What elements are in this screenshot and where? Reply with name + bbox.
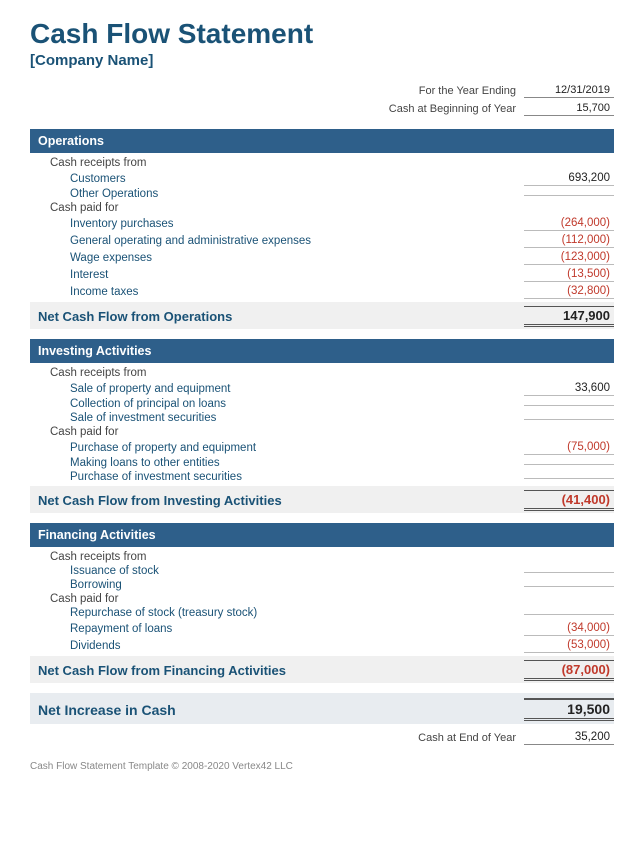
- cash-end-row: Cash at End of Year 35,200: [30, 730, 614, 745]
- ops-receipts-label: Cash receipts from: [30, 157, 614, 169]
- inv-receipts-label: Cash receipts from: [30, 367, 614, 379]
- net-increase-value: 19,500: [524, 698, 614, 721]
- page-title: Cash Flow Statement: [30, 18, 614, 50]
- fin-dividends-value[interactable]: (53,000): [524, 638, 614, 653]
- inv-purchase-prop-value[interactable]: (75,000): [524, 440, 614, 455]
- fin-issuance-value[interactable]: [524, 570, 614, 573]
- inv-net-value: (41,400): [524, 490, 614, 511]
- ops-inventory-value[interactable]: (264,000): [524, 216, 614, 231]
- ops-wage-value[interactable]: (123,000): [524, 250, 614, 265]
- investing-section: Investing Activities Cash receipts from …: [30, 339, 614, 513]
- fin-dividends-label: Dividends: [30, 640, 520, 652]
- ops-other-value[interactable]: [524, 193, 614, 196]
- ops-net-value: 147,900: [524, 306, 614, 327]
- inv-net-label: Net Cash Flow from Investing Activities: [30, 493, 524, 508]
- fin-paid-label: Cash paid for: [30, 593, 614, 605]
- company-name: [Company Name]: [30, 52, 614, 69]
- cash-end-value: 35,200: [524, 730, 614, 745]
- inv-loans-label: Making loans to other entities: [30, 457, 520, 469]
- fin-issuance-label: Issuance of stock: [30, 565, 520, 577]
- year-ending-label: For the Year Ending: [356, 85, 516, 97]
- fin-repurchase-value[interactable]: [524, 612, 614, 615]
- inv-collection-label: Collection of principal on loans: [30, 398, 520, 410]
- investing-header: Investing Activities: [30, 339, 614, 363]
- operations-header: Operations: [30, 129, 614, 153]
- inv-purchase-sec-value[interactable]: [524, 476, 614, 479]
- inv-paid-label: Cash paid for: [30, 426, 614, 438]
- fin-borrowing-value[interactable]: [524, 584, 614, 587]
- inv-net-row: Net Cash Flow from Investing Activities …: [30, 486, 614, 513]
- fin-receipts-label: Cash receipts from: [30, 551, 614, 563]
- financing-header: Financing Activities: [30, 523, 614, 547]
- fin-repurchase-label: Repurchase of stock (treasury stock): [30, 607, 520, 619]
- operations-section: Operations Cash receipts from Customers …: [30, 129, 614, 329]
- fin-borrowing-label: Borrowing: [30, 579, 520, 591]
- ops-inventory-label: Inventory purchases: [30, 218, 520, 230]
- ops-other-label: Other Operations: [30, 188, 520, 200]
- cash-beginning-label: Cash at Beginning of Year: [356, 103, 516, 115]
- fin-net-value: (87,000): [524, 660, 614, 681]
- ops-interest-label: Interest: [30, 269, 520, 281]
- inv-sale-sec-value[interactable]: [524, 417, 614, 420]
- fin-repayment-value[interactable]: (34,000): [524, 621, 614, 636]
- inv-sale-sec-label: Sale of investment securities: [30, 412, 520, 424]
- inv-collection-value[interactable]: [524, 403, 614, 406]
- footer: Cash Flow Statement Template © 2008-2020…: [30, 761, 614, 772]
- ops-interest-value[interactable]: (13,500): [524, 267, 614, 282]
- fin-net-label: Net Cash Flow from Financing Activities: [30, 663, 524, 678]
- ops-customers-label: Customers: [30, 173, 520, 185]
- ops-general-label: General operating and administrative exp…: [30, 235, 520, 247]
- cash-end-label: Cash at End of Year: [418, 732, 516, 744]
- ops-taxes-label: Income taxes: [30, 286, 520, 298]
- ops-net-row: Net Cash Flow from Operations 147,900: [30, 302, 614, 329]
- header-info: For the Year Ending 12/31/2019 Cash at B…: [30, 83, 614, 119]
- ops-general-value[interactable]: (112,000): [524, 233, 614, 248]
- inv-purchase-sec-label: Purchase of investment securities: [30, 471, 520, 483]
- net-increase-label: Net Increase in Cash: [30, 702, 524, 718]
- fin-repayment-label: Repayment of loans: [30, 623, 520, 635]
- ops-customers-value[interactable]: 693,200: [524, 171, 614, 186]
- ops-taxes-value[interactable]: (32,800): [524, 284, 614, 299]
- ops-net-label: Net Cash Flow from Operations: [30, 309, 524, 324]
- inv-sale-prop-value[interactable]: 33,600: [524, 381, 614, 396]
- financing-section: Financing Activities Cash receipts from …: [30, 523, 614, 683]
- cash-beginning-value: 15,700: [524, 101, 614, 116]
- net-increase-row: Net Increase in Cash 19,500: [30, 693, 614, 724]
- inv-purchase-prop-label: Purchase of property and equipment: [30, 442, 520, 454]
- ops-paid-label: Cash paid for: [30, 202, 614, 214]
- year-ending-value: 12/31/2019: [524, 83, 614, 98]
- inv-sale-prop-label: Sale of property and equipment: [30, 383, 520, 395]
- fin-net-row: Net Cash Flow from Financing Activities …: [30, 656, 614, 683]
- ops-wage-label: Wage expenses: [30, 252, 520, 264]
- inv-loans-value[interactable]: [524, 462, 614, 465]
